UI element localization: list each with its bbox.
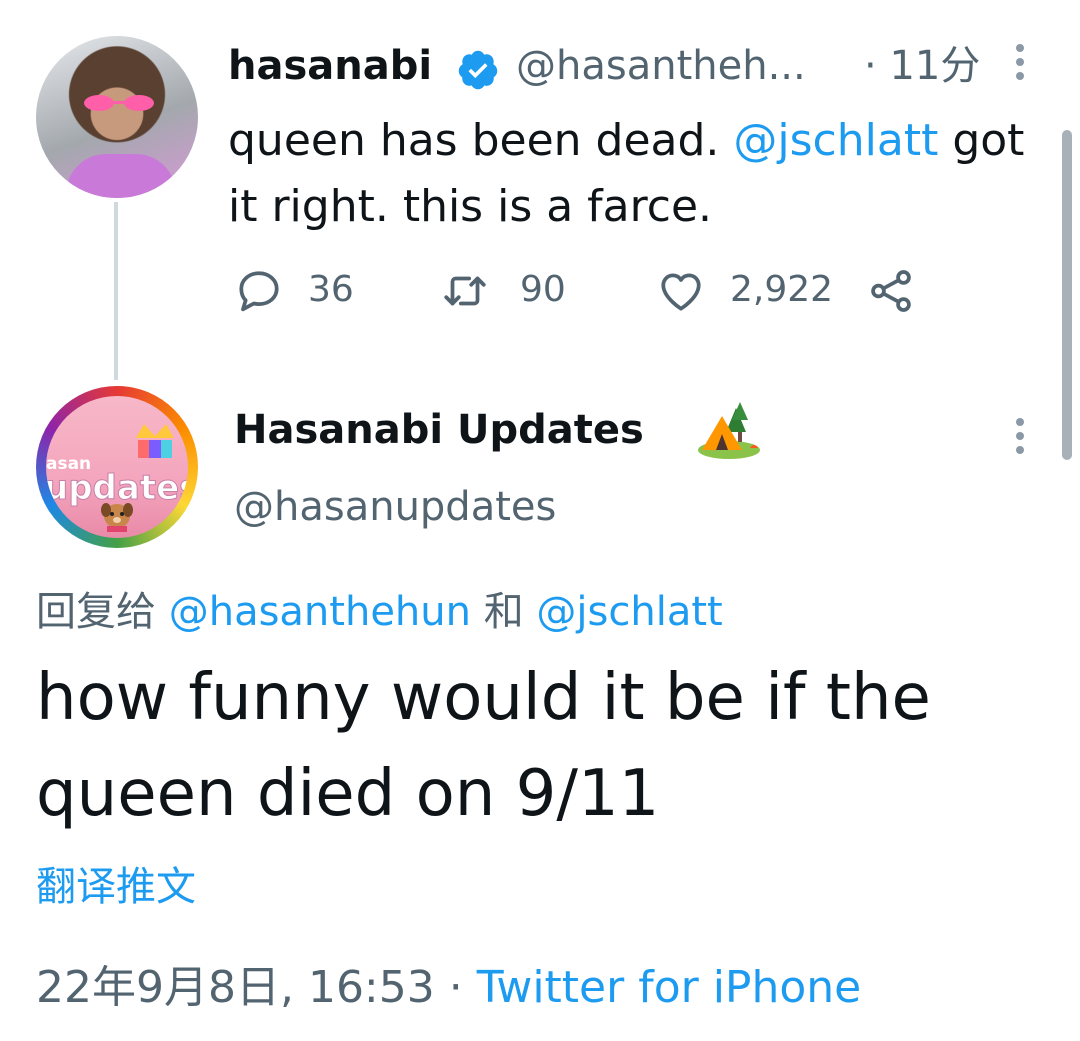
time-separator: · xyxy=(864,43,877,89)
reply-joiner: 和 xyxy=(483,589,524,635)
dog-icon xyxy=(101,503,133,532)
translate-tweet-link[interactable]: 翻译推文 xyxy=(36,860,196,914)
mention-hasanthehun-link[interactable]: @hasanthehun xyxy=(169,589,471,635)
tweet1-handle[interactable]: @hasantheh... xyxy=(516,42,806,90)
more-options-icon[interactable] xyxy=(1006,414,1034,458)
meta-separator: · xyxy=(448,962,463,1013)
like-count: 2,922 xyxy=(730,269,834,310)
replying-to-line: 回复给 @hasanthehun 和 @jschlatt xyxy=(36,584,723,640)
retweet-count: 90 xyxy=(520,269,566,310)
verified-badge-icon xyxy=(458,50,498,90)
tweet2-handle[interactable]: @hasanupdates xyxy=(234,482,556,532)
tweet1-time[interactable]: · 11分 xyxy=(864,42,980,90)
tweet-source-link[interactable]: Twitter for iPhone xyxy=(477,962,861,1013)
scrollbar[interactable] xyxy=(1062,130,1072,460)
reply-count: 36 xyxy=(308,269,354,310)
more-options-icon[interactable] xyxy=(1006,40,1034,84)
tweet1-text: queen has been dead. @jschlatt got it ri… xyxy=(228,108,1058,240)
heart-glasses-icon xyxy=(84,95,154,111)
heart-icon[interactable] xyxy=(656,266,706,316)
tweet1-text-part: queen has been dead. xyxy=(228,115,734,166)
tweet1-relative-time: 11分 xyxy=(889,43,981,89)
tweet-timestamp[interactable]: 22年9月8日, 16:53 xyxy=(36,962,435,1013)
tweet-meta: 22年9月8日, 16:53 · Twitter for iPhone xyxy=(36,958,861,1018)
tweet1-display-name[interactable]: hasanabi xyxy=(228,42,432,90)
reply-prefix: 回复给 xyxy=(36,589,156,635)
hasanupdates-avatar[interactable]: asan updates xyxy=(36,386,198,548)
crown-logo-icon xyxy=(136,424,174,458)
mention-jschlatt-link[interactable]: @jschlatt xyxy=(536,589,722,635)
camping-tent-icon xyxy=(698,402,760,459)
tweet2-text: how funny would it be if the queen died … xyxy=(36,661,931,831)
thread-connector-line xyxy=(114,202,118,380)
avatar-inner-background: asan updates xyxy=(46,396,188,538)
reply-icon[interactable] xyxy=(234,266,284,316)
retweet-icon[interactable] xyxy=(440,266,490,316)
tweet2-display-name[interactable]: Hasanabi Updates xyxy=(234,406,644,454)
avatar-shirt xyxy=(66,154,176,198)
mention-jschlatt-link[interactable]: @jschlatt xyxy=(733,115,938,166)
share-icon[interactable] xyxy=(866,266,916,316)
hasanabi-avatar[interactable] xyxy=(36,36,198,198)
